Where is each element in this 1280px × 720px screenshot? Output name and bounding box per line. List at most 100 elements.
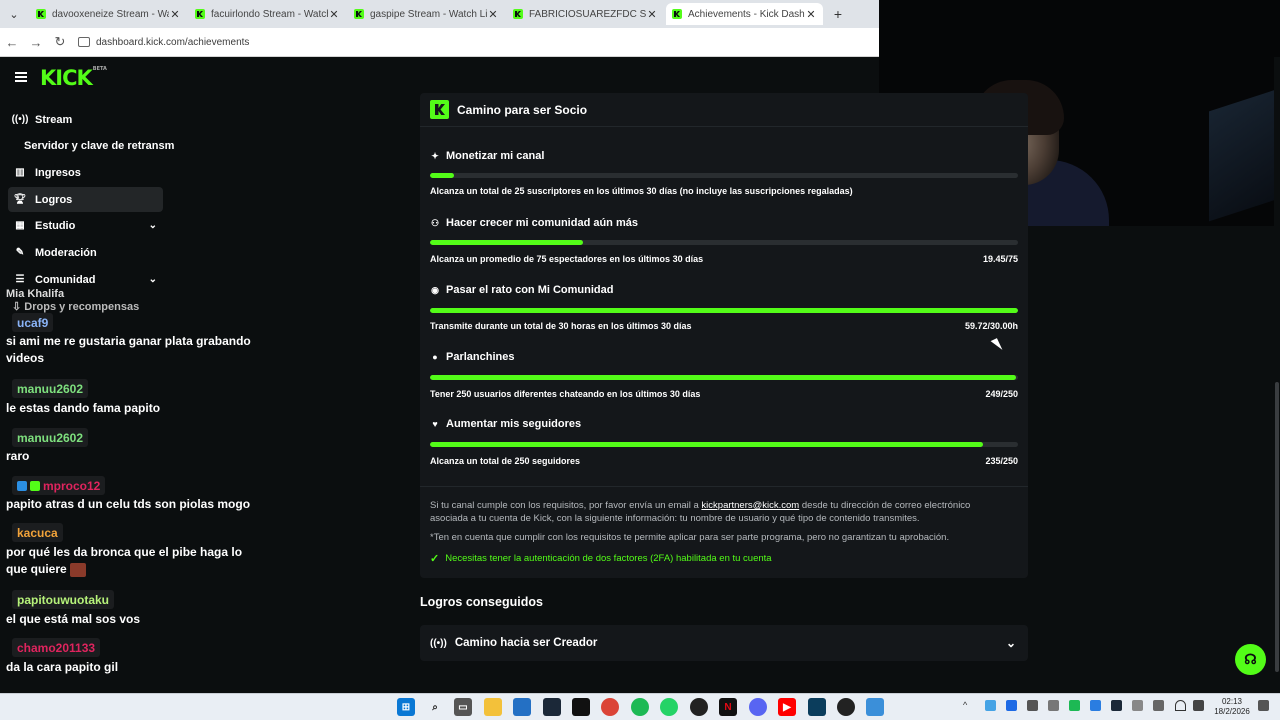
close-tab-icon[interactable]: ✕: [328, 8, 340, 21]
card-title: Camino para ser Socio: [457, 102, 588, 117]
chatgpt-icon[interactable]: [690, 698, 708, 716]
epic-games-icon[interactable]: [572, 698, 590, 716]
sidebar-item-label: Ingresos: [35, 166, 81, 179]
wifi-icon[interactable]: [1175, 700, 1186, 711]
tray-app-icon[interactable]: [1153, 700, 1164, 711]
volume-icon[interactable]: [1193, 700, 1204, 711]
site-info-icon[interactable]: [78, 37, 90, 47]
sidebar-item-server-key[interactable]: Servidor y clave de retransm: [24, 140, 174, 152]
tray-app-icon[interactable]: [1027, 700, 1038, 711]
users-icon: ⚇: [430, 217, 440, 228]
notepad-icon[interactable]: [866, 698, 884, 716]
tray-app-icon[interactable]: [1048, 700, 1059, 711]
chat-username[interactable]: ucaf9: [12, 313, 54, 332]
accordion-label: Camino hacia ser Creador: [454, 637, 598, 649]
chat-username[interactable]: kacuca: [12, 523, 63, 542]
url-field[interactable]: dashboard.kick.com/achievements: [78, 37, 249, 48]
netflix-icon[interactable]: N: [719, 698, 737, 716]
bluetooth-icon[interactable]: [1006, 700, 1017, 711]
browser-tab[interactable]: facuirlondo Stream - Watch Liv✕: [189, 3, 346, 25]
close-tab-icon[interactable]: ✕: [487, 8, 499, 21]
page-scrollbar[interactable]: [1274, 57, 1280, 693]
usb-icon[interactable]: [1132, 700, 1143, 711]
goal-description: Alcanza un total de 250 seguidores: [430, 456, 581, 466]
chat-message: raro: [6, 449, 30, 463]
obs-icon[interactable]: [837, 698, 855, 716]
chrome-icon[interactable]: [601, 698, 619, 716]
obs-app-icon[interactable]: [808, 698, 826, 716]
chevron-down-icon: ⌄: [148, 274, 157, 285]
browser-tab[interactable]: gaspipe Stream - Watch Live or✕: [348, 3, 505, 25]
goal-progress-bar: [430, 240, 1018, 245]
partner-email-link[interactable]: kickpartners@kick.com: [701, 500, 799, 511]
goal-progress-fill: [430, 240, 583, 245]
chevron-down-icon: ⌄: [1005, 636, 1016, 650]
sidebar-item-logros[interactable]: 🏆︎ Logros: [8, 187, 163, 212]
spotify-icon[interactable]: [631, 698, 649, 716]
achievements-main: Camino para ser Socio ✦ Monetizar mi cana…: [420, 93, 1028, 693]
chat-username[interactable]: papitouwuotaku: [12, 590, 114, 609]
chat-icon: ●: [432, 352, 438, 362]
broadcast-icon: ◉: [431, 284, 439, 295]
tray-app-icon[interactable]: [1090, 700, 1101, 711]
close-tab-icon[interactable]: ✕: [169, 8, 181, 21]
chat-username[interactable]: manuu2602: [12, 379, 89, 398]
tab-search-chevron-icon[interactable]: ⌄: [0, 0, 28, 28]
sidebar-item-label: Comunidad: [35, 273, 96, 286]
sidebar-item-drops[interactable]: ⇩ Drops y recompensas: [12, 300, 139, 313]
whatsapp-icon[interactable]: [660, 698, 678, 716]
youtube-icon[interactable]: ▶: [778, 698, 796, 716]
chat-message: si ami me re gustaria ganar plata graban…: [6, 334, 251, 365]
tray-app-icon[interactable]: [985, 700, 996, 711]
tab-title: gaspipe Stream - Watch Live or: [370, 8, 487, 20]
back-arrow-icon[interactable]: ←: [0, 35, 24, 50]
goal-progress-bar: [430, 375, 1018, 380]
chat-message: le estas dando fama papito: [6, 401, 161, 415]
kick-favicon-icon: [36, 9, 46, 19]
close-tab-icon[interactable]: ✕: [805, 8, 817, 21]
forward-arrow-icon[interactable]: →: [24, 35, 48, 50]
file-explorer-icon[interactable]: [484, 698, 502, 716]
hamburger-menu-icon[interactable]: [15, 72, 27, 82]
support-chat-button[interactable]: ☊: [1235, 644, 1266, 675]
task-view-icon[interactable]: ▭: [454, 698, 472, 716]
achieved-section-title: Logros conseguidos: [420, 595, 543, 609]
tray-app-icon[interactable]: [1069, 700, 1080, 711]
sidebar-item-estudio[interactable]: ▦ Estudio ⌄: [8, 213, 163, 238]
chat-username[interactable]: mproco12: [12, 476, 106, 495]
chat-message: papito atras d un celu tds son piolas mo…: [6, 497, 251, 511]
tray-chevron-up-icon[interactable]: ^: [963, 700, 974, 711]
goal-value: 59.72/30.00h: [964, 321, 1018, 331]
store-icon[interactable]: [513, 698, 531, 716]
sidebar-item-stream[interactable]: ((•)) Stream: [8, 107, 163, 132]
discord-icon[interactable]: [749, 698, 767, 716]
steam-icon[interactable]: [543, 698, 561, 716]
sidebar-item-moderacion[interactable]: ✎ Moderación: [8, 240, 163, 265]
badge-icon: [17, 480, 27, 491]
chat-username[interactable]: chamo201133: [12, 638, 101, 657]
browser-tab[interactable]: FABRICIOSUAREZFDC Stream -✕: [507, 3, 664, 25]
trophy-icon: 🏆︎: [13, 194, 27, 205]
twofa-requirement: ✓ Necesitas tener la autenticación de dos…: [430, 553, 772, 565]
browser-tab[interactable]: davooxeneize Stream - Watch L✕: [30, 3, 187, 25]
scrollbar-thumb[interactable]: [1275, 382, 1279, 672]
steam-tray-icon[interactable]: [1111, 700, 1122, 711]
goal-title: ⚇ Hacer crecer mi comunidad aún más: [430, 217, 638, 229]
sidebar-item-ingresos[interactable]: ▥ Ingresos: [8, 160, 163, 185]
notifications-icon[interactable]: [1258, 700, 1269, 711]
windows-start-icon[interactable]: ⊞: [397, 698, 415, 716]
system-clock[interactable]: 02:13 18/2/2026: [1210, 697, 1254, 717]
address-bar: ← → ↻ dashboard.kick.com/achievements: [0, 28, 879, 57]
browser-tab-active[interactable]: Achievements - Kick Dashboard✕: [666, 3, 823, 25]
achieved-accordion-creator[interactable]: ((•)) Camino hacia ser Creador ⌄: [420, 625, 1028, 661]
kick-logo[interactable]: KICKBETA: [40, 66, 107, 90]
search-icon[interactable]: ⌕: [426, 698, 444, 716]
reload-icon[interactable]: ↻: [48, 34, 72, 50]
url-text: dashboard.kick.com/achievements: [96, 36, 250, 48]
chat-username[interactable]: manuu2602: [12, 428, 89, 447]
new-tab-button[interactable]: +: [827, 6, 849, 22]
monitor-in-background: [1209, 88, 1279, 222]
close-tab-icon[interactable]: ✕: [646, 8, 658, 21]
goal-title: ◉ Pasar el rato con Mi Comunidad: [431, 284, 614, 296]
emote-icon: [70, 562, 87, 577]
